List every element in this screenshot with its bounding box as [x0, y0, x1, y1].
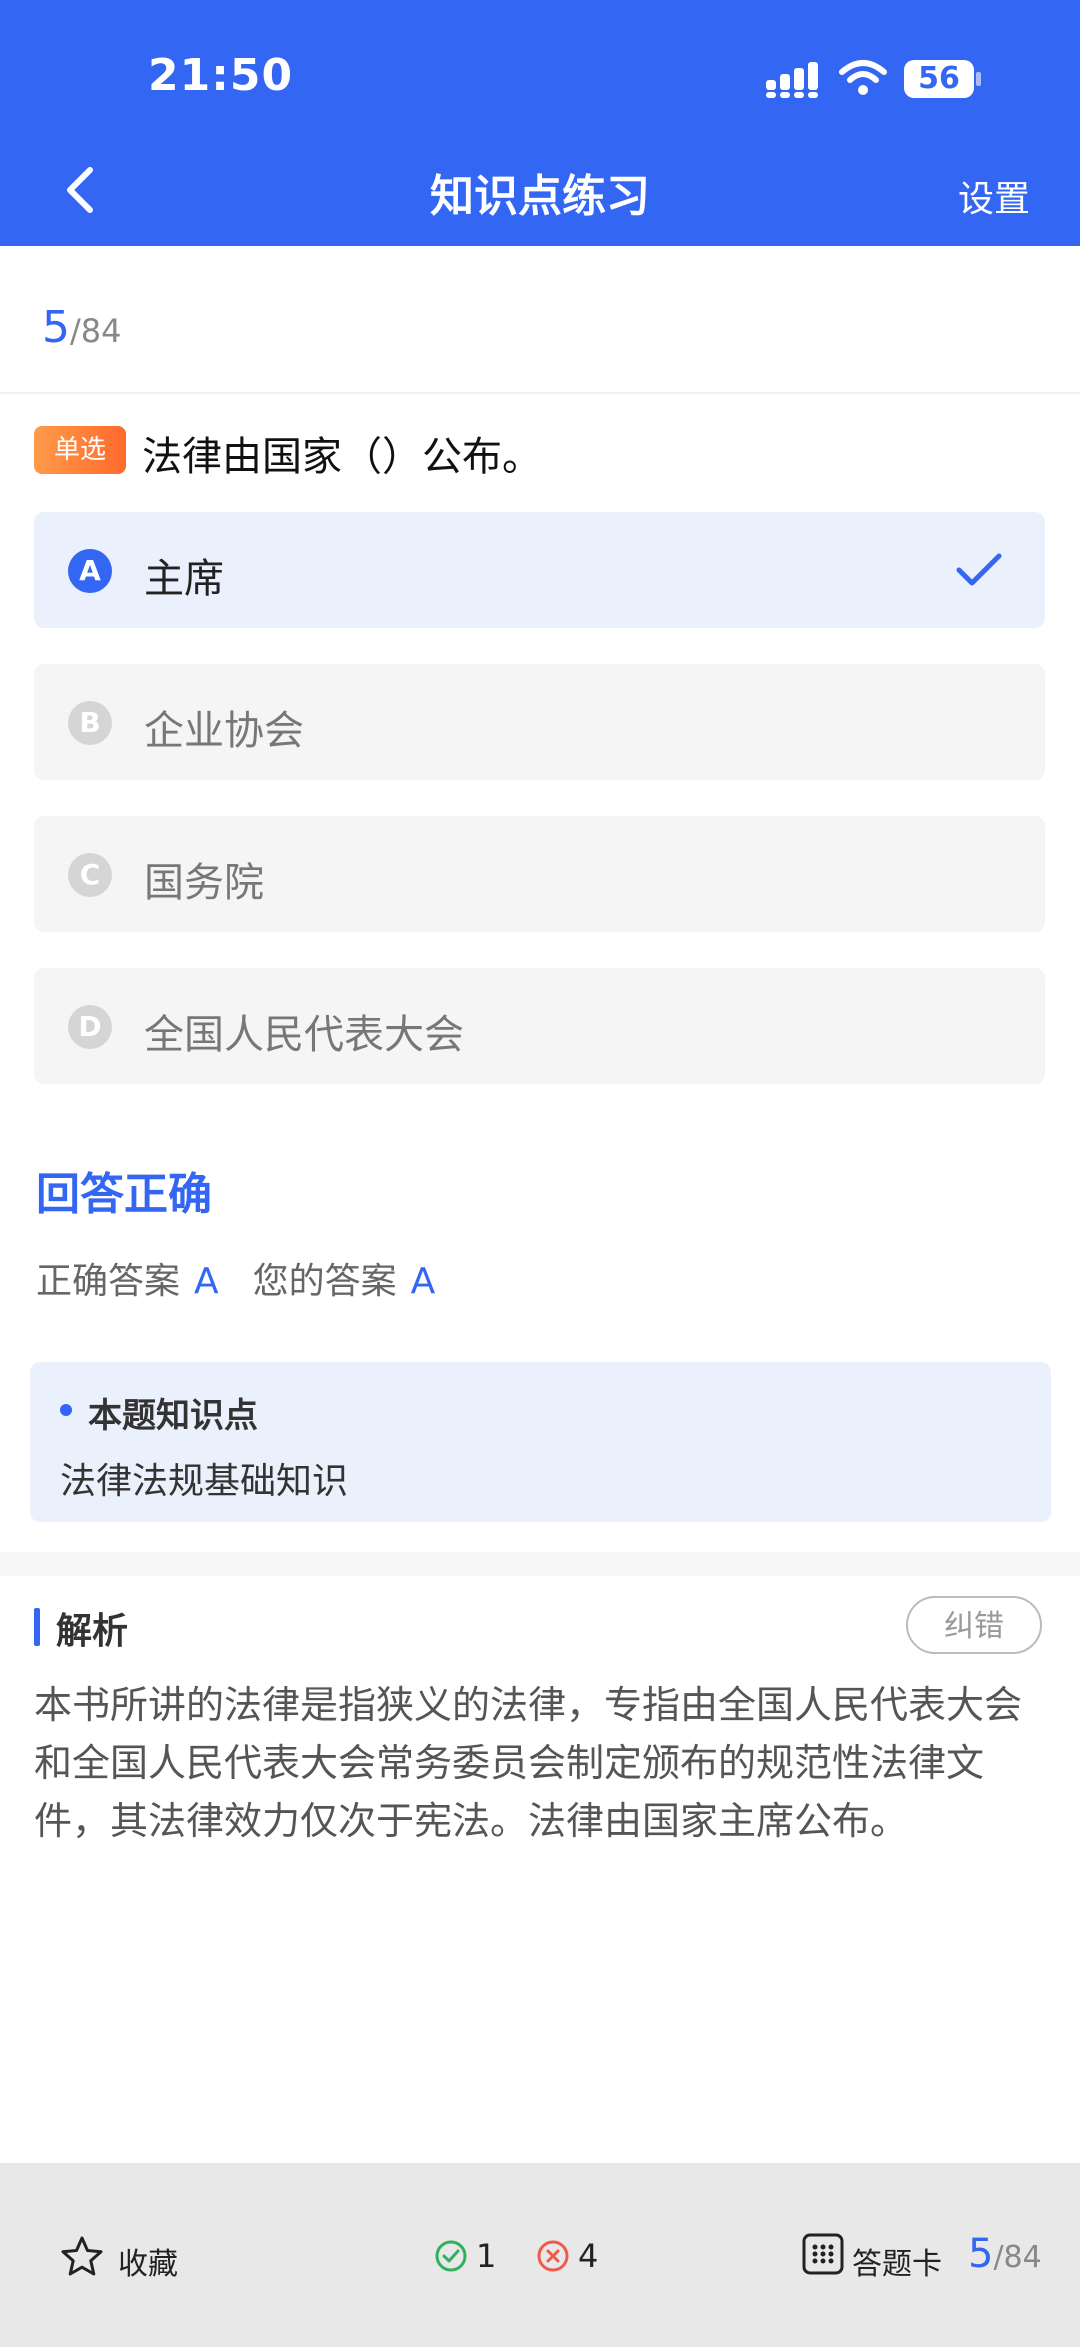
star-icon [61, 2236, 103, 2276]
analysis-text: 本书所讲的法律是指狭义的法律，专指由全国人民代表大会和全国人民代表大会常务委员会… [34, 1683, 1023, 1843]
question-progress: 5/84 [42, 302, 122, 353]
option-a[interactable]: A 主席 [34, 512, 1045, 628]
bottom-progress-total: /84 [993, 2240, 1042, 2275]
check-icon [956, 553, 1002, 586]
app-header: 21:50 56 知识点练习 设置 [0, 0, 1080, 246]
wrong-count-value: 4 [578, 2237, 599, 2275]
correct-answer-value: A [194, 1261, 219, 1302]
question-text: 法律由国家（）公布。 [142, 434, 542, 480]
option-text: 主席 [144, 556, 224, 602]
option-text: 全国人民代表大会 [144, 1012, 464, 1058]
option-letter: B [68, 701, 112, 745]
option-c[interactable]: C 国务院 [34, 816, 1045, 932]
wrong-circle-icon [537, 2240, 569, 2272]
option-letter: D [68, 1005, 112, 1049]
option-b[interactable]: B 企业协会 [34, 664, 1045, 780]
section-marker [34, 1608, 40, 1646]
signal-icon [766, 62, 818, 98]
battery-tip [976, 72, 981, 86]
option-letter: C [68, 853, 112, 897]
bottom-toolbar: 收藏 1 4 答题卡 5/84 [0, 2163, 1080, 2347]
status-time: 21:50 [148, 50, 294, 101]
page-title: 知识点练习 [430, 171, 650, 222]
correct-count-value: 1 [476, 2237, 497, 2275]
bottom-progress-current: 5 [968, 2231, 994, 2277]
option-text: 国务院 [144, 860, 264, 906]
grid-icon [802, 2233, 844, 2275]
answer-card-label: 答题卡 [852, 2247, 942, 2282]
correct-circle-icon [435, 2240, 467, 2272]
report-error-button[interactable]: 纠错 [906, 1596, 1042, 1654]
bullet-dot [60, 1404, 72, 1416]
knowledge-point-box: 本题知识点 法律法规基础知识 [30, 1362, 1051, 1522]
divider [0, 392, 1080, 394]
favorite-label: 收藏 [118, 2247, 178, 2282]
your-answer-label: 您的答案 [252, 1261, 397, 1302]
option-letter: A [68, 549, 112, 593]
progress-current: 5 [42, 302, 70, 353]
knowledge-point-text: 法律法规基础知识 [60, 1461, 349, 1502]
settings-button[interactable]: 设置 [958, 170, 1030, 222]
battery-indicator: 56 [904, 60, 974, 98]
result-title: 回答正确 [36, 1169, 212, 1220]
analysis-title: 解析 [56, 1611, 129, 1652]
answer-row: 正确答案 A 您的答案 A [36, 1252, 469, 1304]
knowledge-point-title: 本题知识点 [88, 1396, 258, 1436]
section-gap [0, 1552, 1080, 1576]
bottom-progress: 5/84 [968, 2231, 1042, 2277]
correct-answer-label: 正确答案 [36, 1261, 181, 1302]
wifi-icon [839, 60, 887, 95]
option-text: 企业协会 [144, 708, 304, 754]
your-answer-value: A [410, 1261, 436, 1302]
option-d[interactable]: D 全国人民代表大会 [34, 968, 1045, 1084]
question-type-badge: 单选 [34, 426, 126, 474]
progress-total: /84 [70, 312, 122, 350]
